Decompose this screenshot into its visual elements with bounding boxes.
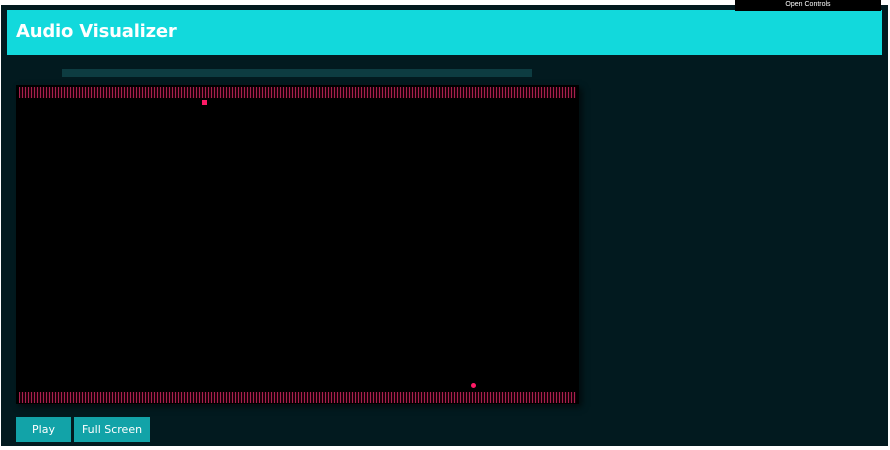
visualizer-canvas[interactable]: [16, 85, 579, 404]
top-frequency-bars: [19, 87, 576, 98]
header-bar: Audio Visualizer: [7, 10, 882, 55]
window-frame: Audio Visualizer Play Full Screen Open C…: [0, 0, 890, 450]
fullscreen-button[interactable]: Full Screen: [74, 417, 150, 442]
bottom-peak-marker: [471, 383, 476, 388]
top-peak-marker: [202, 100, 207, 105]
app-container: Audio Visualizer Play Full Screen: [1, 5, 888, 446]
play-button[interactable]: Play: [16, 417, 71, 442]
progress-bar[interactable]: [62, 69, 532, 77]
app-title: Audio Visualizer: [16, 21, 177, 42]
open-controls-button[interactable]: Open Controls: [735, 0, 881, 11]
bottom-frequency-bars: [19, 392, 576, 403]
